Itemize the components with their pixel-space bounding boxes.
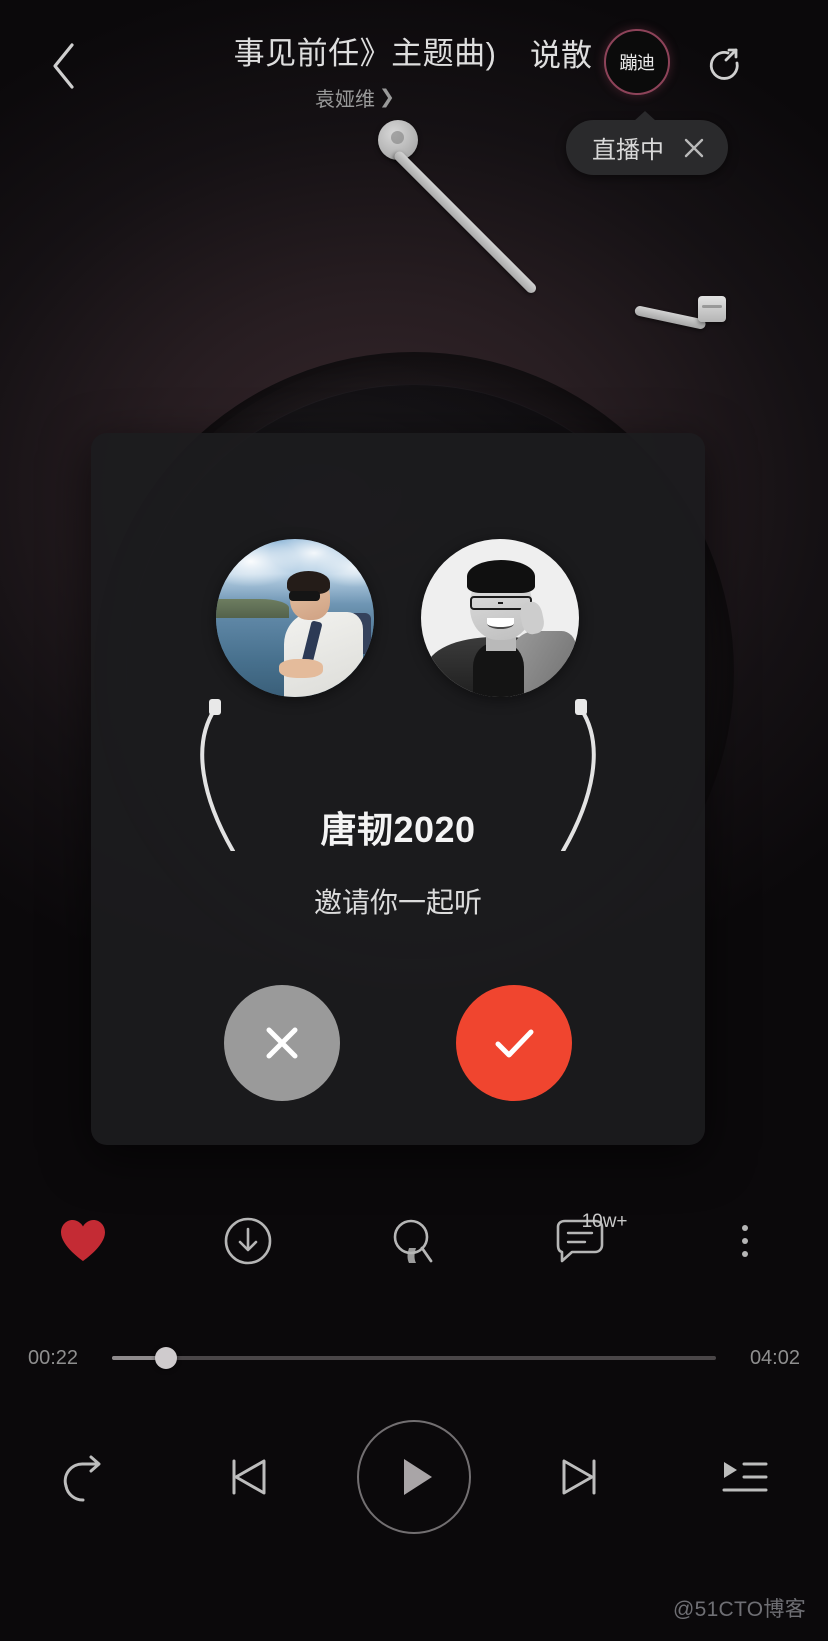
comment-count-badge: 10w+ xyxy=(581,1211,628,1232)
more-button[interactable] xyxy=(662,1205,828,1277)
skip-next-icon xyxy=(562,1459,596,1495)
live-room-badge-label: 蹦迪 xyxy=(619,53,656,73)
chevron-left-icon xyxy=(53,43,74,89)
watermark: @51CTO博客 xyxy=(672,1598,806,1621)
avatar[interactable] xyxy=(421,539,579,697)
listen-together-invite-modal: 唐韧2020 邀请你一起听 xyxy=(91,433,705,1145)
playlist-icon xyxy=(722,1462,768,1492)
repeat-icon xyxy=(63,1455,101,1502)
accept-invite-button[interactable] xyxy=(456,985,572,1101)
avatar-image-right xyxy=(421,539,579,697)
top-bar: 事见前任》主题曲) 袁娅维 ❯ 说散 蹦迪 直播中 xyxy=(0,0,828,175)
download-button[interactable] xyxy=(166,1205,332,1277)
tonearm-segment-lower xyxy=(633,305,707,330)
invite-message: 邀请你一起听 xyxy=(313,887,482,918)
action-bar: 10w+ xyxy=(0,1205,828,1277)
artist-name: 袁娅维 xyxy=(315,89,376,111)
skip-previous-icon xyxy=(232,1459,266,1495)
live-room-badge[interactable]: 蹦迪 xyxy=(604,29,670,95)
close-icon[interactable] xyxy=(680,134,708,162)
share-button[interactable] xyxy=(696,32,756,92)
seek-bar-handle[interactable] xyxy=(155,1347,178,1369)
playlist-button[interactable] xyxy=(662,1452,828,1502)
more-vertical-icon xyxy=(742,1225,749,1257)
play-button-circle xyxy=(356,1420,471,1534)
share-arrow-icon xyxy=(709,48,739,80)
avatar-image-left xyxy=(216,539,374,697)
previous-button[interactable] xyxy=(166,1449,332,1505)
inviter-name: 唐韧2020 xyxy=(320,809,476,850)
music-player-screen: 事见前任》主题曲) 袁娅维 ❯ 说散 蹦迪 直播中 唐韧2020 邀请你一起听 … xyxy=(0,0,828,1641)
download-icon xyxy=(225,1217,272,1265)
song-title-block[interactable]: 事见前任》主题曲) 袁娅维 ❯ xyxy=(120,28,590,112)
check-icon xyxy=(495,1029,534,1058)
tonearm-headshell xyxy=(698,296,726,322)
current-time: 00:22 xyxy=(28,1346,79,1369)
avatar[interactable] xyxy=(216,539,374,697)
song-title: 事见前任》主题曲) xyxy=(233,36,497,71)
chevron-right-icon: ❯ xyxy=(379,87,395,108)
play-icon xyxy=(403,1459,432,1495)
ringtone-button[interactable] xyxy=(331,1205,497,1277)
artist-link[interactable]: 袁娅维 ❯ xyxy=(120,83,590,112)
player-controls xyxy=(0,1412,828,1542)
play-button[interactable] xyxy=(331,1420,497,1534)
progress-bar-row: 00:22 04:02 xyxy=(0,1330,828,1386)
total-time: 04:02 xyxy=(749,1346,800,1369)
avatar-pair xyxy=(91,531,705,851)
invite-actions xyxy=(91,985,705,1101)
seek-bar[interactable] xyxy=(112,1343,716,1373)
live-tooltip: 直播中 xyxy=(566,111,728,175)
seek-bar-track xyxy=(112,1356,716,1360)
back-button[interactable] xyxy=(36,36,92,96)
repeat-mode-button[interactable] xyxy=(0,1448,166,1506)
reject-invite-button[interactable] xyxy=(224,985,340,1101)
next-button[interactable] xyxy=(497,1449,663,1505)
song-title-tail: 说散 xyxy=(530,38,592,73)
tonearm-segment-upper xyxy=(392,149,539,296)
heart-filled-icon xyxy=(60,1220,105,1261)
like-button[interactable] xyxy=(0,1205,166,1277)
ringtone-icon xyxy=(393,1219,433,1263)
comment-button[interactable]: 10w+ xyxy=(497,1205,663,1277)
close-icon-glyph xyxy=(684,138,704,157)
live-tooltip-label: 直播中 xyxy=(592,137,664,164)
close-icon xyxy=(266,1027,298,1059)
